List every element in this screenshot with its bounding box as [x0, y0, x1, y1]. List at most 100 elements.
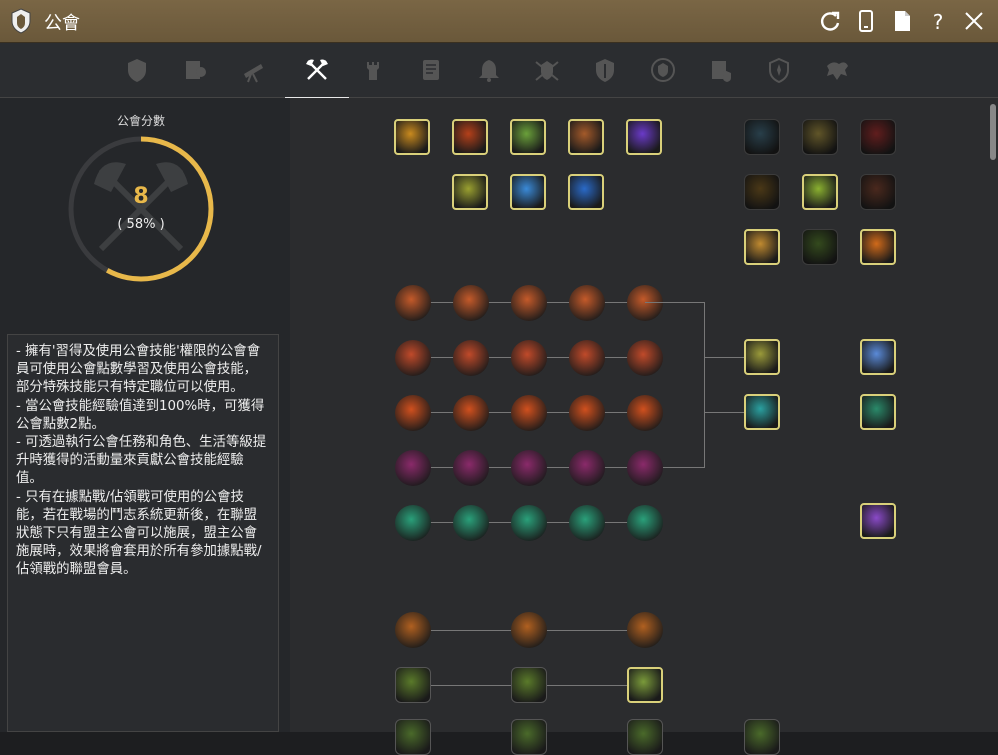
tab-guild-records[interactable] — [695, 43, 747, 97]
telescope-icon — [244, 64, 263, 83]
members-icon — [186, 61, 206, 79]
skill-red-fist[interactable] — [452, 119, 488, 155]
torch-skill[interactable] — [627, 612, 663, 648]
tab-guild-scroll[interactable] — [405, 43, 457, 97]
passive-skill[interactable] — [627, 450, 663, 486]
passive-skill[interactable] — [395, 450, 431, 486]
tab-guild-alliance[interactable] — [753, 43, 805, 97]
skill-crossed-swords[interactable] — [568, 119, 604, 155]
passive-skill[interactable] — [569, 395, 605, 431]
tab-bar — [0, 43, 998, 99]
passive-skill[interactable] — [569, 450, 605, 486]
skill-beast[interactable] — [860, 174, 896, 210]
scrollbar-thumb[interactable] — [990, 104, 996, 160]
moon-skill[interactable] — [627, 719, 663, 755]
passive-skill[interactable] — [627, 505, 663, 541]
passive-skill[interactable] — [453, 505, 489, 541]
skill-fire-swirl[interactable] — [860, 229, 896, 265]
help-button[interactable]: ? — [924, 7, 952, 35]
passive-skill[interactable] — [627, 285, 663, 321]
document-button[interactable] — [888, 7, 916, 35]
mobile-button[interactable] — [852, 7, 880, 35]
skill-green-warrior[interactable] — [510, 119, 546, 155]
skill-gold-coins[interactable] — [802, 119, 838, 155]
description-line: - 擁有'習得及使用公會技能'權限的公會會員可使用公會點數學習及使用公會技能，部… — [16, 344, 261, 396]
skill-dark-gold[interactable] — [744, 174, 780, 210]
passive-skill[interactable] — [395, 505, 431, 541]
tab-guild-mount[interactable] — [811, 43, 863, 97]
skill-connector — [704, 412, 744, 413]
tab-guild-members[interactable] — [169, 43, 221, 97]
passive-skill[interactable] — [569, 505, 605, 541]
passive-skill[interactable] — [395, 285, 431, 321]
skill-red-banner[interactable] — [860, 119, 896, 155]
passive-skill[interactable] — [453, 395, 489, 431]
guild-score-percent: ( 58% ) — [117, 217, 165, 232]
skill-gold-claw[interactable] — [744, 229, 780, 265]
crossed-axes-icon — [306, 59, 328, 80]
torch-skill[interactable] — [511, 612, 547, 648]
passive-skill[interactable] — [569, 340, 605, 376]
passive-skill[interactable] — [569, 285, 605, 321]
window-title: 公會 — [44, 13, 80, 34]
svg-text:?: ? — [933, 10, 944, 34]
fleur-shield-icon — [769, 57, 789, 84]
passive-skill[interactable] — [453, 450, 489, 486]
records-icon — [712, 61, 731, 82]
tab-guild-castle[interactable] — [347, 43, 399, 97]
guild-score-value: 8 — [133, 184, 149, 209]
passive-skill[interactable] — [511, 450, 547, 486]
description-line: - 只有在據點戰/佔領戰可使用的公會技能，若在戰場的鬥志系統更新後，在聯盟狀態下… — [16, 489, 262, 578]
passive-skill[interactable] — [511, 505, 547, 541]
passive-skill[interactable] — [511, 395, 547, 431]
skill-green-shadow[interactable] — [802, 229, 838, 265]
skill-clover[interactable] — [802, 174, 838, 210]
branch-skill[interactable] — [860, 394, 896, 430]
tab-guild-notice[interactable] — [463, 43, 515, 97]
close-button[interactable] — [960, 7, 988, 35]
passive-skill[interactable] — [511, 285, 547, 321]
branch-skill[interactable] — [744, 339, 780, 375]
skill-blue-heal[interactable] — [510, 174, 546, 210]
passive-skill[interactable] — [627, 340, 663, 376]
passive-skill[interactable] — [511, 340, 547, 376]
guild-skill-tree — [290, 98, 998, 755]
moon-skill[interactable] — [511, 719, 547, 755]
branch-skill[interactable] — [860, 503, 896, 539]
skill-leaf-blade[interactable] — [452, 174, 488, 210]
passive-skill[interactable] — [395, 395, 431, 431]
branch-skill[interactable] — [860, 339, 896, 375]
guild-score-gauge — [68, 136, 214, 282]
moon-skill[interactable] — [511, 667, 547, 703]
tab-guild-war[interactable] — [521, 43, 573, 97]
refresh-icon — [821, 11, 840, 31]
passive-skill[interactable] — [453, 285, 489, 321]
guild-score-label: 公會分數 — [116, 114, 165, 128]
moon-skill[interactable] — [627, 667, 663, 703]
dragon-icon — [827, 62, 848, 80]
tab-guild-info[interactable] — [111, 43, 163, 97]
tab-guild-quests[interactable] — [227, 43, 279, 97]
branch-skill[interactable] — [744, 394, 780, 430]
skill-purple-orb[interactable] — [626, 119, 662, 155]
skill-blue-boot[interactable] — [568, 174, 604, 210]
passive-skill[interactable] — [395, 340, 431, 376]
passive-skill[interactable] — [453, 340, 489, 376]
bell-icon — [479, 60, 499, 82]
skill-connector — [704, 357, 744, 358]
tab-guild-defense[interactable] — [579, 43, 631, 97]
close-icon — [965, 12, 983, 30]
title-bar: 公會 ? — [0, 0, 998, 43]
passive-skill[interactable] — [627, 395, 663, 431]
skill-gold-hand[interactable] — [394, 119, 430, 155]
torch-skill[interactable] — [395, 612, 431, 648]
tower-icon — [367, 62, 379, 80]
tab-guild-emblem[interactable] — [637, 43, 689, 97]
tab-guild-skills[interactable] — [285, 43, 349, 99]
refresh-button[interactable] — [816, 7, 844, 35]
moon-skill[interactable] — [395, 667, 431, 703]
skill-dark-figure[interactable] — [744, 119, 780, 155]
skill-connector — [645, 302, 705, 303]
moon-skill[interactable] — [395, 719, 431, 755]
moon-skill[interactable] — [744, 719, 780, 755]
